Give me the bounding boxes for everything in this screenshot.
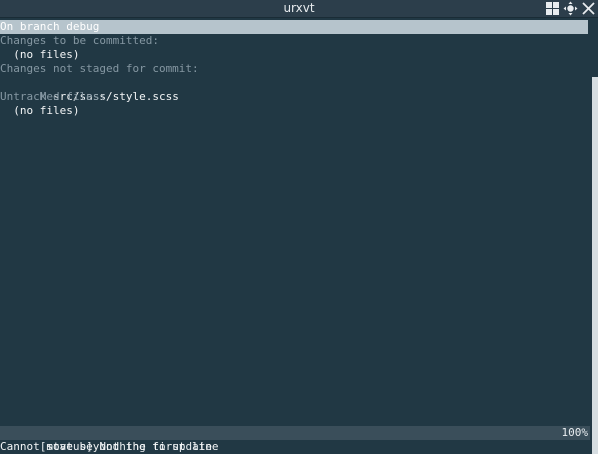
- branch-line[interactable]: On branch debug: [0, 20, 588, 34]
- scrollbar[interactable]: [590, 19, 598, 454]
- terminal-window: urxvt On branch debug Changes to be comm…: [0, 0, 598, 454]
- staged-header[interactable]: Changes to be committed:: [0, 34, 159, 48]
- unstaged-header[interactable]: Changes not staged for commit:: [0, 62, 199, 76]
- move-arrows-icon[interactable]: [563, 1, 578, 16]
- untracked-files[interactable]: (no files): [0, 104, 79, 118]
- message-line: Cannot move beyond the first line: [0, 440, 219, 453]
- unstaged-file-entry[interactable]: M src/sass/style.scss: [0, 76, 179, 103]
- grid-icon[interactable]: [545, 1, 560, 16]
- titlebar: urxvt: [0, 0, 598, 18]
- close-icon[interactable]: [581, 1, 596, 16]
- window-title: urxvt: [283, 1, 315, 15]
- staged-files[interactable]: (no files): [0, 48, 79, 62]
- scrollbar-thumb[interactable]: [592, 77, 598, 454]
- status-bar: [status] Nothing to update 100%: [0, 426, 590, 453]
- untracked-header[interactable]: Untracked files:: [0, 90, 106, 104]
- status-percent: 100%: [561, 426, 589, 439]
- terminal-content[interactable]: On branch debug Changes to be committed:…: [0, 19, 590, 454]
